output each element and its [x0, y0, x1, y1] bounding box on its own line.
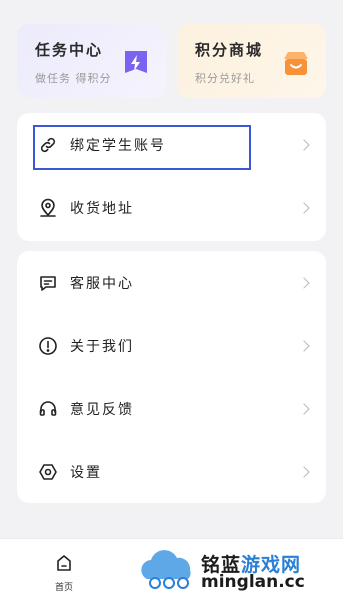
message-icon — [37, 272, 59, 294]
customer-service-label: 客服中心 — [70, 275, 134, 292]
points-mall-card[interactable]: 积分商城 积分兑好礼 — [177, 24, 326, 98]
shop-icon — [284, 52, 308, 75]
menu-group-support: 客服中心 关于我们 意见反馈 设置 — [17, 251, 326, 503]
chevron-right-icon — [298, 276, 310, 289]
chevron-right-icon — [298, 339, 310, 352]
tab-home-label: 首页 — [54, 583, 73, 593]
about-us-row[interactable]: 关于我们 — [17, 314, 326, 377]
highlight-box — [33, 125, 251, 170]
chevron-right-icon — [298, 138, 310, 151]
tab-home[interactable]: 首页 — [44, 553, 84, 593]
bottom-tab-bar: 首页 铭蓝游戏网 minglan.cc — [0, 538, 343, 600]
lightning-badge-icon — [125, 51, 147, 73]
settings-row[interactable]: 设置 — [17, 440, 326, 503]
chevron-right-icon — [298, 201, 310, 214]
site-watermark: 铭蓝游戏网 minglan.cc — [137, 548, 337, 594]
home-icon — [57, 555, 71, 571]
feedback-label: 意见反馈 — [70, 401, 134, 418]
watermark-domain: minglan.cc — [201, 572, 305, 592]
top-cards: 任务中心 做任务 得积分 积分商城 积分兑好礼 — [17, 24, 326, 98]
menu-group-account: 绑定学生账号 收货地址 — [17, 113, 326, 241]
hexagon-gear-icon — [37, 461, 59, 483]
customer-service-row[interactable]: 客服中心 — [17, 251, 326, 314]
bind-student-account-row[interactable]: 绑定学生账号 — [17, 113, 326, 176]
feedback-row[interactable]: 意见反馈 — [17, 377, 326, 440]
shipping-address-row[interactable]: 收货地址 — [17, 176, 326, 239]
location-pin-icon — [37, 197, 59, 219]
info-icon — [37, 335, 59, 357]
shipping-address-label: 收货地址 — [70, 200, 134, 217]
chevron-right-icon — [298, 402, 310, 415]
headset-icon — [37, 398, 59, 420]
settings-label: 设置 — [70, 464, 102, 481]
chevron-right-icon — [298, 465, 310, 478]
cloud-logo-icon — [141, 550, 191, 589]
about-us-label: 关于我们 — [70, 338, 134, 355]
task-center-card[interactable]: 任务中心 做任务 得积分 — [17, 24, 166, 98]
